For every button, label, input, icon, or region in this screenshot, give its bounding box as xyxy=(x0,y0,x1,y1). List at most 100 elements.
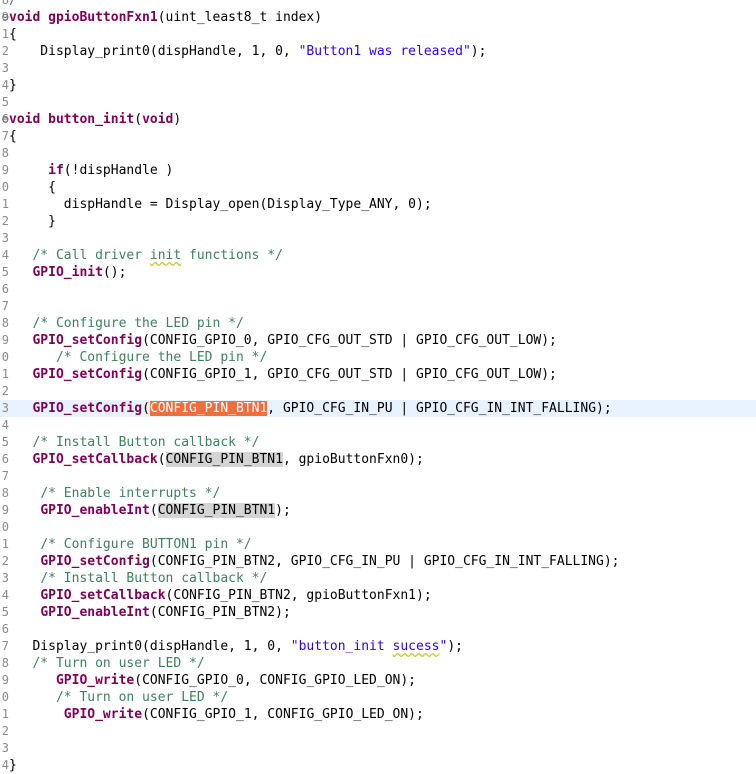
code-line[interactable]: 4} xyxy=(0,77,756,94)
code-token: dispHandle = Display_open(Display_Type_A… xyxy=(9,197,432,212)
code-line[interactable]: 5 xyxy=(0,94,756,111)
code-comment: functions */ xyxy=(181,248,283,263)
code-line[interactable]: 4} xyxy=(0,757,756,774)
function-name: GPIO_write xyxy=(63,707,143,722)
code-text[interactable]: GPIO_setConfig(CONFIG_GPIO_1, GPIO_CFG_O… xyxy=(9,366,556,383)
code-line[interactable]: 7{ xyxy=(0,128,756,145)
code-text[interactable]: GPIO_init(); xyxy=(9,264,126,281)
code-text[interactable]: { xyxy=(9,26,17,43)
line-number: 2 xyxy=(1,214,9,228)
code-line[interactable]: 9 if(!dispHandle ) xyxy=(0,162,756,179)
code-line[interactable]: 0 { xyxy=(0,179,756,196)
code-text[interactable]: / xyxy=(9,0,17,9)
code-line[interactable]: 9 GPIO_write(CONFIG_GPIO_0, CONFIG_GPIO_… xyxy=(0,672,756,689)
code-line[interactable]: 2 xyxy=(0,723,756,740)
code-token: (!dispHandle ) xyxy=(63,163,174,178)
code-line[interactable]: 3 /* Install Button callback */ xyxy=(0,570,756,587)
code-line[interactable]: 2 xyxy=(0,383,756,400)
code-line[interactable]: 4 xyxy=(0,417,756,434)
code-line[interactable]: 0 xyxy=(0,519,756,536)
code-token: Display_print0(dispHandle, 1, 0, xyxy=(9,639,291,654)
code-text[interactable]: dispHandle = Display_open(Display_Type_A… xyxy=(9,196,432,213)
code-line[interactable]: 9 GPIO_setConfig(CONFIG_GPIO_0, GPIO_CFG… xyxy=(0,332,756,349)
code-text[interactable]: /* Install Button callback */ xyxy=(9,434,259,451)
code-text[interactable]: void gpioButtonFxn1(uint_least8_t index) xyxy=(9,9,322,26)
code-line[interactable]: 8 /* Enable interrupts */ xyxy=(0,485,756,502)
code-line[interactable]: 8 /* Configure the LED pin */ xyxy=(0,315,756,332)
code-text[interactable]: { xyxy=(9,179,56,196)
code-text[interactable]: if(!dispHandle ) xyxy=(9,162,173,179)
code-text[interactable]: } xyxy=(9,77,17,94)
code-line[interactable]: 3 xyxy=(0,60,756,77)
code-line[interactable]: 8 /* Turn on user LED */ xyxy=(0,655,756,672)
code-line[interactable]: 1 GPIO_write(CONFIG_GPIO_1, CONFIG_GPIO_… xyxy=(0,706,756,723)
code-line[interactable]: 8/ xyxy=(0,0,756,9)
code-text[interactable]: } xyxy=(9,213,56,230)
code-line-current[interactable]: 3 GPIO_setConfig(CONFIG_PIN_BTN1, GPIO_C… xyxy=(0,400,756,417)
code-text[interactable]: GPIO_setConfig(CONFIG_GPIO_0, GPIO_CFG_O… xyxy=(9,332,556,349)
code-line[interactable]: 6 xyxy=(0,281,756,298)
line-number: 8 xyxy=(1,656,9,670)
code-line[interactable]: 4 /* Call driver init functions */ xyxy=(0,247,756,264)
code-line[interactable]: 5 /* Install Button callback */ xyxy=(0,434,756,451)
function-name: gpioButtonFxn1 xyxy=(48,10,158,25)
code-line[interactable]: 2 } xyxy=(0,213,756,230)
code-line[interactable]: 0 /* Configure the LED pin */ xyxy=(0,349,756,366)
code-line[interactable]: 1 GPIO_setConfig(CONFIG_GPIO_1, GPIO_CFG… xyxy=(0,366,756,383)
code-text[interactable]: GPIO_setCallback(CONFIG_PIN_BTN2, gpioBu… xyxy=(9,587,431,604)
spelling-marked-word: init xyxy=(149,248,182,263)
code-line[interactable]: 5 GPIO_enableInt(CONFIG_PIN_BTN2); xyxy=(0,604,756,621)
code-line[interactable]: 7 xyxy=(0,298,756,315)
code-line[interactable]: 4 GPIO_setCallback(CONFIG_PIN_BTN2, gpio… xyxy=(0,587,756,604)
line-number: 4 xyxy=(1,78,9,92)
code-text[interactable]: Display_print0(dispHandle, 1, 0, "Button… xyxy=(9,43,486,60)
code-text[interactable]: /* Configure the LED pin */ xyxy=(9,315,243,332)
function-name: GPIO_write xyxy=(55,673,135,688)
code-line[interactable]: 3 xyxy=(0,230,756,247)
code-line[interactable]: 1{ xyxy=(0,26,756,43)
line-number: 4 xyxy=(1,758,9,772)
fold-toggle-icon[interactable]: ⊖ xyxy=(0,9,9,26)
code-line[interactable]: 3 xyxy=(0,740,756,757)
code-line[interactable]: 1 dispHandle = Display_open(Display_Type… xyxy=(0,196,756,213)
code-text[interactable]: /* Call driver init functions */ xyxy=(9,247,283,264)
code-text[interactable]: void button_init(void) xyxy=(9,111,181,128)
code-line[interactable]: 8 xyxy=(0,145,756,162)
code-line[interactable]: 6 xyxy=(0,621,756,638)
code-line[interactable]: 5 GPIO_init(); xyxy=(0,264,756,281)
code-line[interactable]: 7 xyxy=(0,468,756,485)
fold-toggle-icon[interactable]: ⊖ xyxy=(0,111,9,128)
code-token: (CONFIG_PIN_BTN2); xyxy=(149,605,291,620)
code-line[interactable]: 2 GPIO_setConfig(CONFIG_PIN_BTN2, GPIO_C… xyxy=(0,553,756,570)
code-text[interactable]: GPIO_setCallback(CONFIG_PIN_BTN1, gpioBu… xyxy=(9,451,424,468)
code-text[interactable]: /* Turn on user LED */ xyxy=(9,689,228,706)
code-token: ); xyxy=(447,639,463,654)
code-text[interactable]: GPIO_enableInt(CONFIG_PIN_BTN2); xyxy=(9,604,291,621)
code-text[interactable]: /* Configure BUTTON1 pin */ xyxy=(9,536,251,553)
code-text[interactable]: GPIO_setConfig(CONFIG_PIN_BTN1, GPIO_CFG… xyxy=(9,400,612,417)
code-comment: /* Turn on user LED */ xyxy=(32,656,205,671)
code-text[interactable]: } xyxy=(9,757,17,774)
line-number: 7 xyxy=(1,469,9,483)
code-line[interactable]: 9 ⊖ void gpioButtonFxn1(uint_least8_t inde… xyxy=(0,9,756,26)
code-line[interactable]: 7 Display_print0(dispHandle, 1, 0, "butt… xyxy=(0,638,756,655)
code-text[interactable]: { xyxy=(9,128,17,145)
code-editor[interactable]: 8/9 ⊖ void gpioButtonFxn1(uint_least8_t in… xyxy=(0,0,756,774)
code-text[interactable]: /* Install Button callback */ xyxy=(9,570,267,587)
code-line[interactable]: 2 Display_print0(dispHandle, 1, 0, "Butt… xyxy=(0,43,756,60)
code-text[interactable]: Display_print0(dispHandle, 1, 0, "button… xyxy=(9,638,463,655)
code-line[interactable]: 6 GPIO_setCallback(CONFIG_PIN_BTN1, gpio… xyxy=(0,451,756,468)
code-line[interactable]: 6 ⊖ void button_init(void) xyxy=(0,111,756,128)
code-text[interactable]: GPIO_enableInt(CONFIG_PIN_BTN1); xyxy=(9,502,291,519)
code-text[interactable]: GPIO_write(CONFIG_GPIO_0, CONFIG_GPIO_LE… xyxy=(9,672,416,689)
code-comment: /* Call driver xyxy=(32,248,150,263)
code-line[interactable]: 1 /* Configure BUTTON1 pin */ xyxy=(0,536,756,553)
code-text[interactable]: /* Enable interrupts */ xyxy=(9,485,220,502)
code-line[interactable]: 0 /* Turn on user LED */ xyxy=(0,689,756,706)
code-line[interactable]: 9 GPIO_enableInt(CONFIG_PIN_BTN1); xyxy=(0,502,756,519)
code-text[interactable]: /* Turn on user LED */ xyxy=(9,655,205,672)
code-text[interactable]: GPIO_setConfig(CONFIG_PIN_BTN2, GPIO_CFG… xyxy=(9,553,619,570)
code-text[interactable]: GPIO_write(CONFIG_GPIO_1, CONFIG_GPIO_LE… xyxy=(9,706,424,723)
code-text[interactable]: /* Configure the LED pin */ xyxy=(9,349,267,366)
